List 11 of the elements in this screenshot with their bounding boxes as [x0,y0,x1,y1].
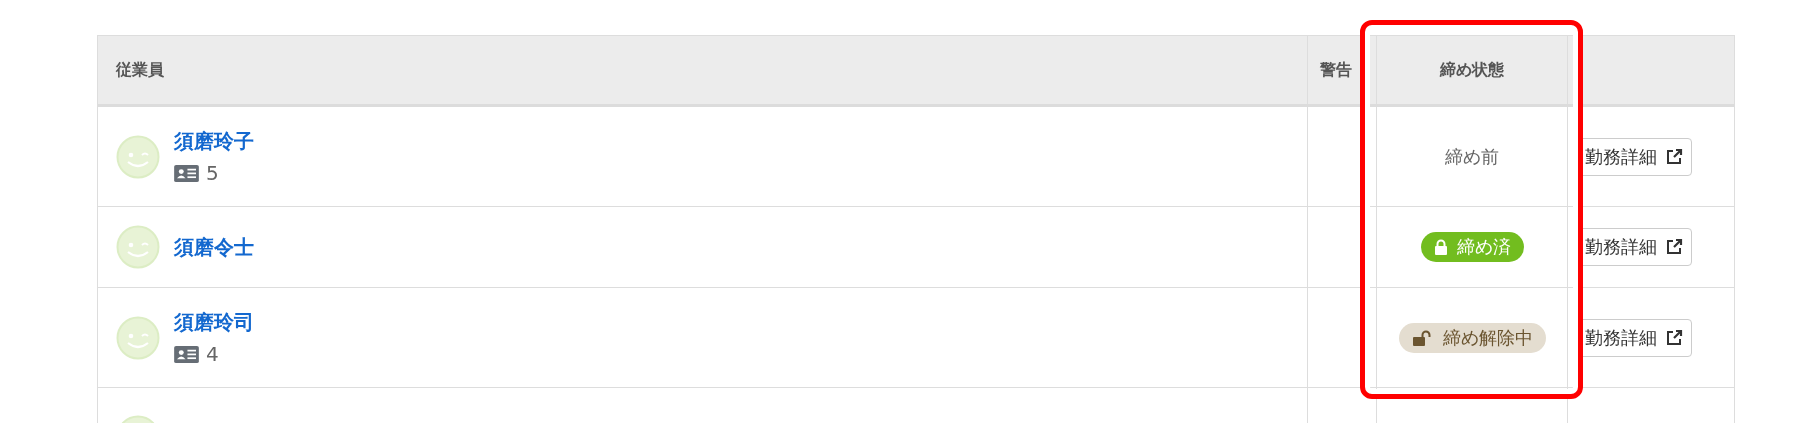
column-header: 締め状態 [1440,59,1504,81]
status-badge: 締め解除中 [1398,322,1546,353]
column-header: 警告 [1320,59,1352,81]
employee-name-link[interactable]: 須磨玲子 [174,128,254,155]
column-header: 従業員 [116,59,164,81]
id-count: 5 [206,161,219,185]
employee-name-link[interactable]: 須磨玲司 [174,309,254,336]
id-count: 4 [206,342,219,366]
status-text: 締め前 [1445,144,1499,169]
status-badge: 締め済 [1420,232,1524,262]
employee-name-link[interactable]: 須磨令士 [174,233,254,261]
